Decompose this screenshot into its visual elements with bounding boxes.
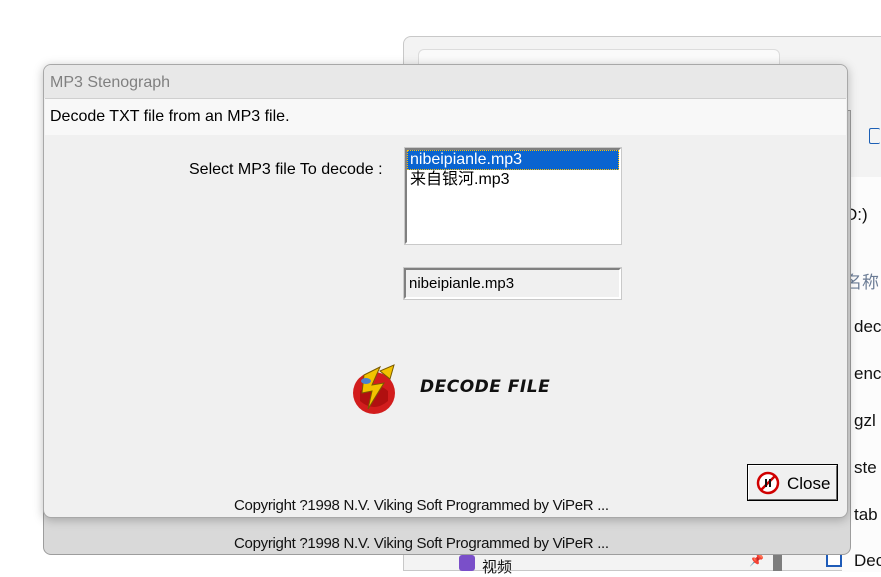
explorer-file-item[interactable]: ste — [854, 458, 877, 478]
window-title: MP3 Stenograph — [50, 74, 171, 91]
explorer-file-item[interactable]: tab — [854, 505, 878, 525]
prohibited-icon — [756, 471, 780, 495]
explorer-file-item[interactable]: gzl — [854, 411, 876, 431]
pin-icon[interactable]: 📌 — [749, 553, 764, 567]
explorer-nav-item-video[interactable]: 视频 — [482, 556, 512, 577]
explorer-file-item[interactable]: Dec — [854, 551, 881, 571]
decode-file-button[interactable]: DECODE FILE — [350, 361, 550, 417]
copyright-text: Copyright ?1998 N.V. Viking Soft Program… — [234, 497, 609, 514]
close-button[interactable]: Close — [747, 464, 838, 501]
ghost-copyright-text: Copyright ?1998 N.V. Viking Soft Program… — [234, 535, 609, 552]
window-file-icon — [826, 553, 842, 567]
description-text: Decode TXT file from an MP3 file. — [50, 108, 290, 125]
video-folder-icon — [459, 555, 475, 571]
selected-file-field[interactable]: nibeipianle.mp3 — [403, 267, 622, 300]
explorer-file-item[interactable]: enc — [854, 364, 881, 384]
mp3-file-listbox[interactable]: nibeipianle.mp3 来自银河.mp3 — [404, 147, 622, 245]
mp3-stenograph-dialog: MP3 Stenograph Decode TXT file from an M… — [43, 64, 848, 518]
explorer-file-item[interactable]: dec — [854, 317, 881, 337]
decode-shield-lightning-icon — [353, 364, 395, 414]
file-list-item[interactable]: 来自银河.mp3 — [407, 170, 619, 190]
edit-icon[interactable] — [869, 128, 880, 144]
file-list-item[interactable]: nibeipianle.mp3 — [407, 150, 619, 170]
title-bar[interactable]: MP3 Stenograph — [44, 65, 847, 98]
select-file-label: Select MP3 file To decode : — [189, 161, 383, 178]
decode-file-label: DECODE FILE — [420, 377, 551, 397]
close-button-label: Close — [787, 474, 831, 493]
